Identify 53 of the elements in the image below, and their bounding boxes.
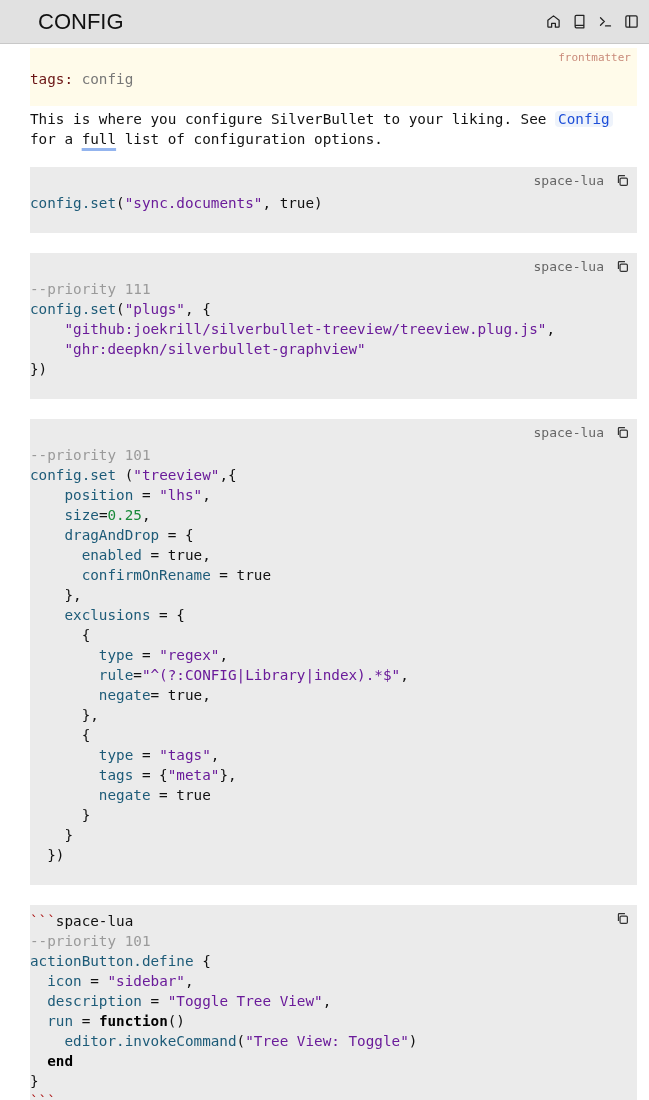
code-line: exclusions = { xyxy=(63,606,185,625)
code-line: --priority 101 xyxy=(30,932,151,951)
code-line: config.set("sync.documents", true) xyxy=(30,194,323,213)
code-line: run = function() xyxy=(46,1012,185,1031)
sidebar-icon[interactable] xyxy=(624,14,639,29)
code-line: { xyxy=(80,726,91,745)
code-line: { xyxy=(80,626,91,645)
page-title: CONFIG xyxy=(38,8,125,36)
code-line: tags = {"meta"}, xyxy=(97,766,237,785)
language-label: space-lua xyxy=(533,173,604,187)
copy-icon[interactable] xyxy=(616,425,629,439)
copy-icon[interactable] xyxy=(616,173,629,187)
code-line: enabled = true, xyxy=(80,546,211,565)
code-line: confirmOnRename = true xyxy=(80,566,272,585)
code-line: ```space-lua xyxy=(30,912,134,931)
intro-paragraph: This is where you configure SilverBullet to your liking. See Config for a full list of configuration options. xyxy=(30,109,637,149)
frontmatter-line: tags: config xyxy=(30,70,134,89)
code-line: type = "tags", xyxy=(97,746,220,765)
home-icon[interactable] xyxy=(546,14,561,29)
code-line: config.set ("treeview",{ xyxy=(30,466,237,485)
code-line: config.set("plugs", { xyxy=(30,300,211,319)
code-line: ``` xyxy=(30,1092,56,1100)
code-line: }) xyxy=(46,846,65,865)
code-line: rule="^(?:CONFIG|Library|index).*$", xyxy=(97,666,409,685)
config-link[interactable]: Config xyxy=(555,111,613,127)
code-line: editor.invokeCommand("Tree View: Toggle") xyxy=(63,1032,418,1051)
code-line: actionButton.define { xyxy=(30,952,211,971)
copy-icon[interactable] xyxy=(616,911,629,925)
code-line: negate = true xyxy=(97,786,211,805)
language-label: space-lua xyxy=(533,425,604,439)
code-line: } xyxy=(80,806,91,825)
code-line: end xyxy=(46,1052,74,1071)
code-line: "ghr:deepkn/silverbullet-graphview" xyxy=(63,340,366,359)
code-line: position = "lhs", xyxy=(63,486,211,505)
code-line: --priority 101 xyxy=(30,446,151,465)
code-line: "github:joekrill/silverbullet-treeview/treeview.plug.js", xyxy=(63,320,556,339)
code-line: dragAndDrop = { xyxy=(63,526,194,545)
language-label: space-lua xyxy=(533,259,604,273)
book-icon[interactable] xyxy=(572,14,587,29)
terminal-icon[interactable] xyxy=(598,14,613,29)
code-line: size=0.25, xyxy=(63,506,151,525)
code-line: }, xyxy=(63,586,82,605)
code-line: --priority 111 xyxy=(30,280,151,299)
code-line: type = "regex", xyxy=(97,646,228,665)
code-line: negate= true, xyxy=(97,686,211,705)
copy-icon[interactable] xyxy=(616,259,629,273)
code-line: }, xyxy=(80,706,99,725)
code-line: icon = "sidebar", xyxy=(46,972,194,991)
frontmatter-label: frontmatter xyxy=(558,52,631,64)
code-line: } xyxy=(30,1072,39,1091)
code-line: } xyxy=(63,826,74,845)
code-line: }) xyxy=(30,360,48,379)
code-line: description = "Toggle Tree View", xyxy=(46,992,332,1011)
